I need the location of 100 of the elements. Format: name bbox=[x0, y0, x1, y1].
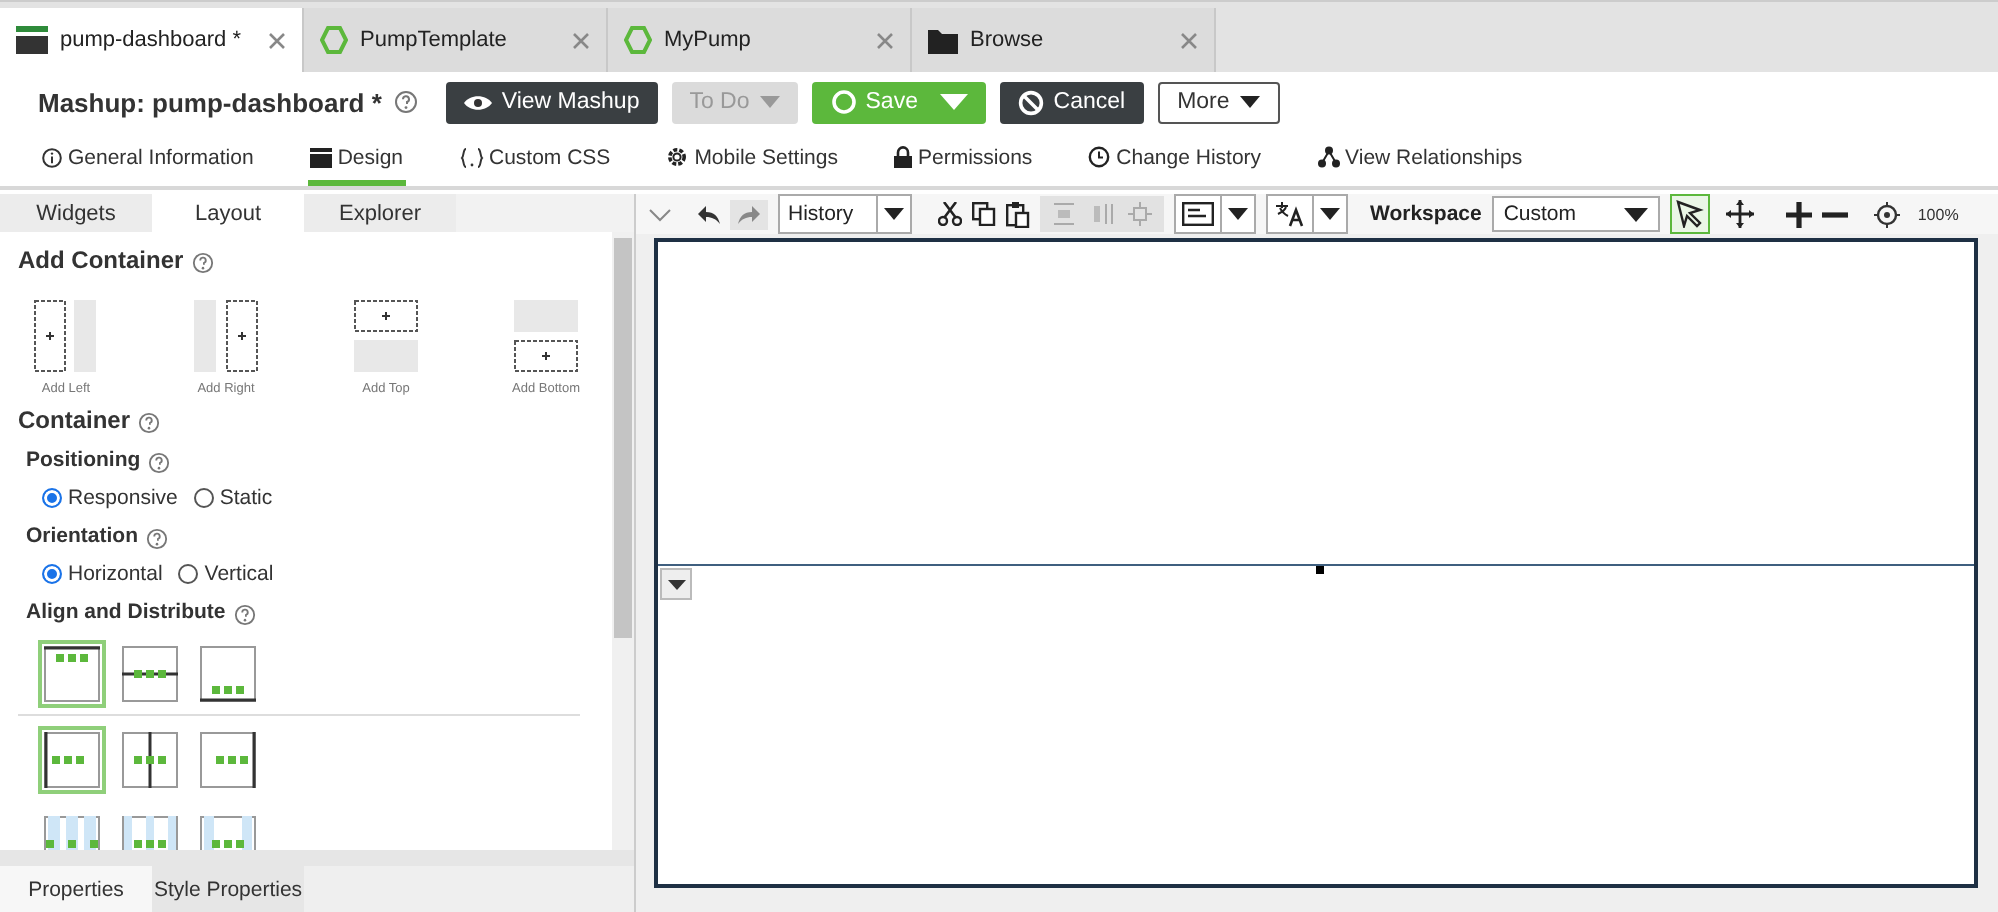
panel-tab[interactable]: Layout bbox=[152, 194, 304, 232]
zoom-in-icon[interactable] bbox=[1785, 201, 1812, 227]
ban-icon bbox=[1017, 89, 1044, 115]
help-icon[interactable] bbox=[148, 451, 171, 473]
section-title: Add Container bbox=[18, 246, 184, 274]
distribute-vertical-icon bbox=[1052, 202, 1076, 226]
redo-button[interactable] bbox=[730, 199, 768, 229]
nav-tab[interactable]: General Information bbox=[40, 134, 256, 186]
move-icon bbox=[1725, 200, 1754, 228]
header-button[interactable]: Cancel bbox=[999, 81, 1144, 123]
radio-option[interactable]: Static bbox=[193, 485, 273, 509]
header-button[interactable]: View Mashup bbox=[445, 81, 658, 123]
align-option[interactable] bbox=[116, 726, 184, 794]
nodes-icon bbox=[1317, 146, 1340, 168]
caret-icon bbox=[667, 579, 685, 589]
nav-tab[interactable]: Design bbox=[307, 134, 405, 186]
target-icon[interactable] bbox=[1873, 201, 1900, 227]
distribute-horizontal-icon bbox=[1090, 202, 1114, 226]
add-container-icon[interactable] bbox=[514, 300, 578, 372]
add-container-icon[interactable] bbox=[194, 300, 258, 372]
panel-tab[interactable]: Style Properties bbox=[152, 866, 304, 912]
group-label: Align and Distribute bbox=[26, 599, 226, 623]
radio-option[interactable]: Horizontal bbox=[42, 561, 163, 585]
caret-icon bbox=[1239, 96, 1260, 108]
nav-tab[interactable]: Change History bbox=[1086, 134, 1264, 186]
alignment-icon bbox=[122, 732, 178, 788]
container-menu-button[interactable] bbox=[660, 568, 692, 600]
zoom-out-icon[interactable] bbox=[1821, 211, 1848, 217]
help-icon[interactable] bbox=[146, 527, 169, 549]
clock-icon bbox=[1088, 146, 1111, 168]
workspace-label: Workspace bbox=[1370, 202, 1482, 226]
close-icon[interactable] bbox=[268, 31, 286, 49]
redo-icon bbox=[738, 205, 760, 223]
tab-label: PumpTemplate bbox=[360, 28, 509, 52]
close-icon[interactable] bbox=[572, 31, 590, 49]
section-title: Container bbox=[18, 406, 131, 434]
header-button[interactable]: More bbox=[1157, 81, 1280, 123]
pointer-tool[interactable] bbox=[1669, 194, 1710, 234]
chevron-icon[interactable] bbox=[648, 207, 672, 221]
gear-icon bbox=[666, 146, 689, 168]
nav-tab[interactable]: Custom CSS bbox=[457, 134, 613, 186]
document-tab[interactable]: PumpTemplate bbox=[304, 8, 608, 72]
scrollbar[interactable] bbox=[612, 232, 634, 850]
alignment-icon bbox=[122, 646, 178, 702]
radio-option[interactable]: Responsive bbox=[42, 485, 178, 509]
close-icon[interactable] bbox=[876, 31, 894, 49]
align-option[interactable] bbox=[38, 726, 106, 794]
translate-icon bbox=[1274, 201, 1306, 227]
pointer-icon bbox=[1675, 200, 1704, 228]
info-icon bbox=[42, 147, 62, 167]
workspace-select[interactable]: Custom bbox=[1491, 196, 1660, 232]
help-icon[interactable] bbox=[191, 252, 214, 274]
circle-icon bbox=[831, 90, 856, 114]
caret-icon bbox=[884, 208, 904, 220]
caret-icon bbox=[1623, 207, 1648, 221]
copy-icon[interactable] bbox=[972, 202, 996, 226]
eye-icon bbox=[463, 93, 492, 111]
document-tab[interactable]: Browse bbox=[912, 8, 1216, 72]
panel-tab[interactable]: Properties bbox=[0, 866, 152, 912]
tab-label: MyPump bbox=[664, 28, 753, 52]
help-icon[interactable] bbox=[393, 90, 418, 114]
help-icon[interactable] bbox=[138, 412, 161, 434]
align-option[interactable] bbox=[194, 640, 262, 708]
radio-option[interactable]: Vertical bbox=[178, 561, 274, 585]
layout-icon bbox=[309, 147, 332, 167]
cut-icon[interactable] bbox=[938, 202, 962, 226]
document-tab[interactable]: pump-dashboard * bbox=[0, 8, 304, 72]
close-icon[interactable] bbox=[1180, 31, 1198, 49]
group-label: Positioning bbox=[26, 447, 141, 471]
alignment-icon bbox=[44, 732, 100, 788]
zoom-level: 100% bbox=[1917, 205, 1959, 223]
nav-tab[interactable]: Permissions bbox=[891, 134, 1035, 186]
group-label: Orientation bbox=[26, 523, 139, 547]
splitter-handle[interactable] bbox=[0, 850, 634, 866]
resize-handle[interactable] bbox=[1316, 566, 1324, 574]
align-option[interactable] bbox=[194, 726, 262, 794]
tab-label: pump-dashboard * bbox=[60, 28, 244, 52]
hexagon-icon bbox=[624, 26, 652, 54]
layout-select[interactable] bbox=[1174, 194, 1256, 234]
undo-icon[interactable] bbox=[698, 205, 720, 223]
document-tab[interactable]: MyPump bbox=[608, 8, 912, 72]
add-container-icon[interactable] bbox=[354, 300, 418, 372]
mashup-title: Mashup: pump-dashboard * bbox=[38, 87, 382, 117]
mashup-canvas[interactable] bbox=[654, 238, 1978, 888]
help-icon[interactable] bbox=[233, 603, 256, 625]
align-option[interactable] bbox=[38, 640, 106, 708]
add-container-icon[interactable] bbox=[34, 300, 98, 372]
language-select[interactable] bbox=[1266, 194, 1348, 234]
folder-icon bbox=[928, 27, 958, 53]
paste-icon[interactable] bbox=[1006, 201, 1030, 227]
nav-tab[interactable]: Mobile Settings bbox=[664, 134, 840, 186]
lock-icon bbox=[893, 146, 912, 168]
tab-label: Browse bbox=[970, 28, 1046, 52]
history-select[interactable]: History bbox=[778, 194, 912, 234]
crosshair-icon bbox=[1128, 202, 1152, 226]
mashup-icon bbox=[16, 26, 48, 54]
alignment-icon bbox=[200, 646, 256, 702]
caret-icon bbox=[1228, 208, 1248, 220]
caret-icon bbox=[759, 96, 780, 108]
nav-tab[interactable]: View Relationships bbox=[1315, 134, 1525, 186]
